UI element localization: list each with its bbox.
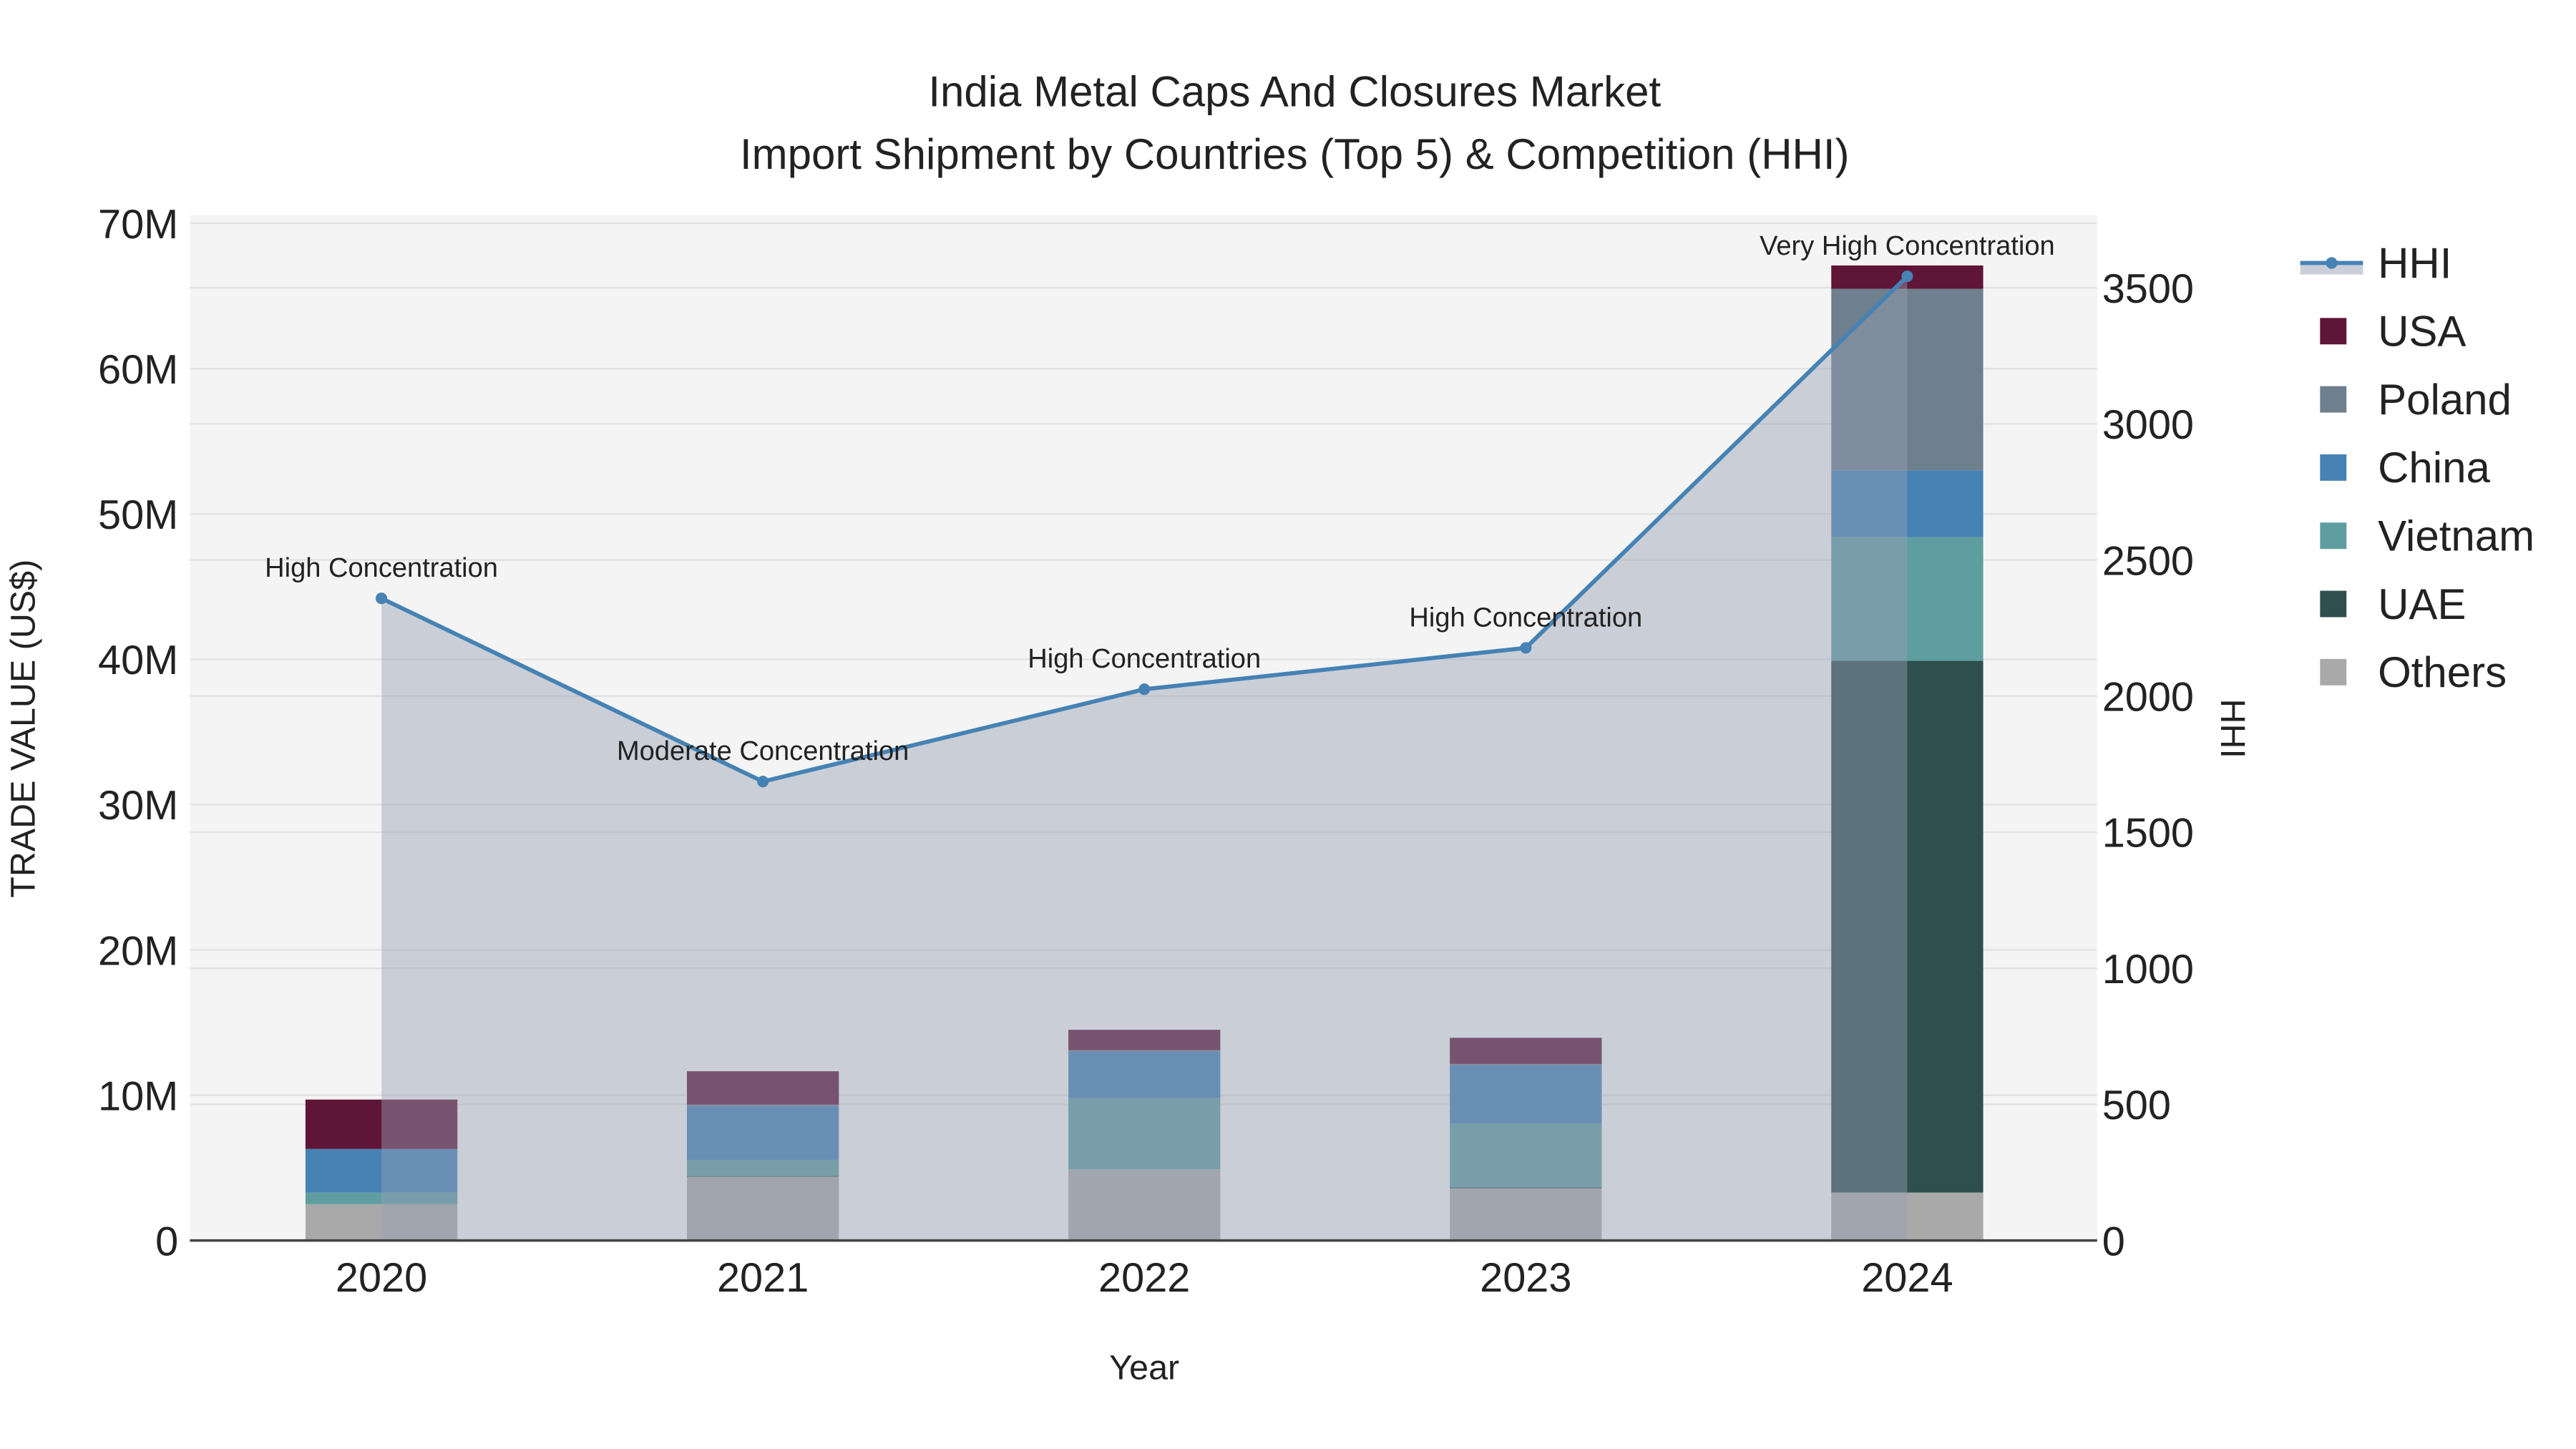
hhi-annotation: High Concentration	[265, 553, 498, 583]
chart-subtitle: Import Shipment by Countries (Top 5) & C…	[740, 130, 1850, 178]
legend-swatch-uae	[2320, 590, 2347, 618]
y2-axis-label: HHI	[2213, 699, 2252, 758]
legend: HHI USA Poland China Vietnam UAE Others	[2300, 239, 2534, 696]
legend-label: UAE	[2378, 580, 2466, 628]
y2-tick-label: 3000	[2102, 402, 2194, 448]
y-tick-label: 40M	[98, 638, 178, 683]
legend-swatch-poland	[2320, 386, 2347, 413]
hhi-point-2022	[1138, 683, 1151, 696]
x-tick-label: 2024	[1861, 1255, 1953, 1301]
y-tick-label: 50M	[98, 492, 178, 538]
y-axis-label: TRADE VALUE (US$)	[4, 560, 42, 898]
legend-swatch-china	[2320, 454, 2347, 481]
hhi-annotation: Moderate Concentration	[617, 736, 909, 766]
hhi-point-2023	[1520, 642, 1532, 654]
legend-label: HHI	[2378, 239, 2451, 287]
x-axis-label: Year	[1109, 1349, 1179, 1387]
y-tick-label: 10M	[98, 1073, 178, 1119]
hhi-point-2021	[757, 776, 769, 788]
x-tick-label: 2023	[1480, 1255, 1571, 1301]
legend-label: USA	[2378, 308, 2466, 356]
hhi-annotation: High Concentration	[1409, 602, 1642, 633]
y-tick-label: 30M	[98, 783, 178, 829]
legend-swatch-others	[2320, 658, 2347, 686]
y2-tick-label: 2000	[2102, 675, 2194, 721]
hhi-point-2024	[1901, 270, 1913, 283]
y2-tick-label: 3500	[2102, 266, 2194, 312]
y2-tick-label: 500	[2102, 1083, 2171, 1128]
hhi-point-2020	[376, 592, 388, 605]
hhi-annotation: High Concentration	[1028, 644, 1261, 674]
legend-swatch-vietnam	[2320, 522, 2347, 550]
chart: India Metal Caps And Closures Market Imp…	[4, 67, 2534, 1387]
y2-tick-label: 1500	[2102, 811, 2194, 857]
y-tick-label: 60M	[98, 347, 178, 393]
legend-label: Others	[2378, 648, 2507, 696]
y2-tick-label: 1000	[2102, 947, 2194, 992]
y2-tick-label: 0	[2102, 1219, 2125, 1264]
y-tick-label: 0	[155, 1219, 178, 1264]
legend-label: Vietnam	[2378, 512, 2534, 560]
y2-tick-label: 2500	[2102, 538, 2194, 584]
x-tick-label: 2020	[336, 1255, 427, 1301]
chart-title: India Metal Caps And Closures Market	[928, 67, 1661, 115]
x-tick-label: 2021	[717, 1255, 809, 1301]
hhi-annotation: Very High Concentration	[1760, 231, 2055, 261]
y-tick-label: 20M	[98, 928, 178, 974]
legend-label: Poland	[2378, 376, 2512, 424]
legend-swatch-usa	[2320, 318, 2347, 345]
legend-hhi-marker	[2326, 257, 2338, 269]
x-tick-label: 2022	[1098, 1255, 1190, 1301]
y-tick-label: 70M	[98, 202, 178, 248]
legend-label: China	[2378, 444, 2490, 492]
